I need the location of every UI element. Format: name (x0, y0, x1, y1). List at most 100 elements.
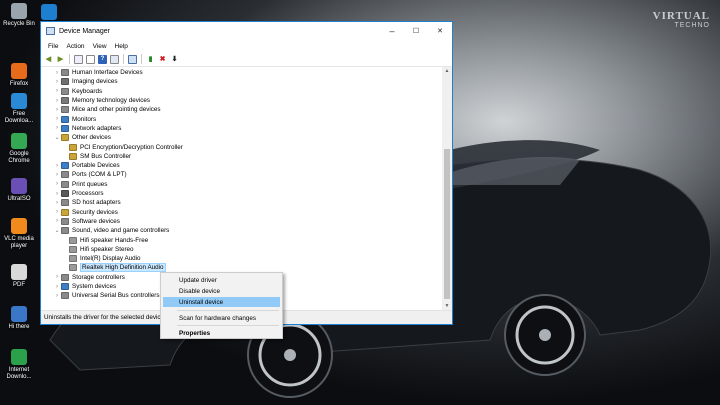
tree-device[interactable]: Hifi speaker Hands-Free (69, 235, 148, 244)
collapsed-arrow-icon[interactable]: › (53, 191, 61, 197)
app-icon (11, 349, 27, 365)
menu-view[interactable]: View (89, 43, 111, 50)
desktop-icon[interactable]: Internet Downlo... (2, 349, 36, 381)
collapsed-arrow-icon[interactable]: › (53, 98, 61, 104)
collapsed-arrow-icon[interactable]: › (53, 209, 61, 215)
uninstall-icon[interactable]: ✖ (158, 55, 167, 64)
tree-label: Processors (72, 190, 104, 198)
show-hide-console-tree-icon[interactable] (74, 54, 83, 64)
desktop-icon[interactable]: Recycle Bin (2, 3, 36, 28)
update-driver-icon[interactable]: ▮ (146, 55, 155, 64)
back-icon[interactable]: ◀ (44, 55, 53, 64)
tree-category[interactable]: › Ports (COM & LPT) (53, 170, 127, 179)
help-icon[interactable]: ? (98, 54, 107, 64)
view-icon[interactable] (110, 54, 119, 64)
scroll-up-arrow-icon[interactable]: ▲ (442, 68, 452, 74)
collapsed-arrow-icon[interactable]: › (53, 79, 61, 85)
minimize-button[interactable]: – (380, 22, 404, 40)
collapsed-arrow-icon[interactable]: › (53, 88, 61, 94)
desktop-icon[interactable]: Google Chrome (2, 133, 36, 165)
forward-icon[interactable]: ▶ (56, 55, 65, 64)
menu-properties[interactable]: Properties (163, 328, 280, 338)
desktop-icon-label: Firefox (9, 81, 29, 87)
tree-label: Hifi speaker Stereo (80, 245, 134, 253)
collapsed-arrow-icon[interactable]: › (53, 116, 61, 122)
desktop-icon[interactable]: UltraISO (2, 178, 36, 203)
collapsed-arrow-icon[interactable]: › (53, 172, 61, 178)
tree-category[interactable]: › SD host adapters (53, 198, 121, 207)
menu-update-driver[interactable]: Update driver (163, 275, 280, 285)
tree-label: Other devices (72, 134, 111, 142)
collapsed-arrow-icon[interactable]: › (53, 284, 61, 290)
vertical-scrollbar[interactable]: ▲ ▼ (442, 67, 452, 310)
device-icon (61, 97, 69, 105)
watermark: VIRTUAL TECHNO (653, 10, 710, 29)
tree-category[interactable]: › System devices (53, 282, 116, 291)
tree-category[interactable]: › Software devices (53, 217, 120, 226)
device-icon (61, 227, 69, 235)
tree-category[interactable]: › Keyboards (53, 87, 102, 96)
tree-category[interactable]: › Memory technology devices (53, 96, 150, 105)
app-icon (11, 178, 27, 194)
collapsed-arrow-icon[interactable]: › (53, 274, 61, 280)
properties-icon[interactable] (86, 54, 95, 64)
app-icon (11, 93, 27, 109)
collapsed-arrow-icon[interactable]: › (53, 200, 61, 206)
menu-disable-device[interactable]: Disable device (163, 286, 280, 296)
tree-category[interactable]: › Network adapters (53, 124, 121, 133)
device-icon (61, 87, 69, 95)
tree-device[interactable]: Intel(R) Display Audio (69, 254, 141, 263)
collapsed-arrow-icon[interactable]: › (53, 181, 61, 187)
tree-category[interactable]: › Storage controllers (53, 273, 125, 282)
scrollbar-thumb[interactable] (444, 149, 450, 299)
desktop-icon[interactable]: PDF (2, 264, 36, 289)
menu-scan-hardware[interactable]: Scan for hardware changes (163, 313, 280, 323)
tree-device[interactable]: PCI Encryption/Decryption Controller (69, 142, 183, 151)
tree-label: Memory technology devices (72, 97, 151, 105)
maximize-button[interactable]: ☐ (404, 22, 428, 40)
desktop-icon-label: Google Chrome (8, 151, 30, 164)
tree-category[interactable]: › Monitors (53, 115, 96, 124)
scan-hardware-icon[interactable] (128, 54, 137, 64)
close-button[interactable]: ✕ (428, 22, 452, 40)
collapsed-arrow-icon[interactable]: › (53, 125, 61, 131)
tree-label: Keyboards (72, 87, 103, 95)
tree-category[interactable]: › Print queues (53, 180, 107, 189)
scroll-down-arrow-icon[interactable]: ▼ (442, 303, 452, 309)
collapsed-arrow-icon[interactable]: › (53, 163, 61, 169)
menu-action[interactable]: Action (62, 43, 88, 50)
tree-device[interactable]: SM Bus Controller (69, 152, 131, 161)
desktop-icon[interactable] (32, 4, 66, 22)
desktop-icon[interactable]: Firefox (2, 63, 36, 88)
desktop-icon[interactable]: Hi there (2, 306, 36, 331)
expanded-arrow-icon[interactable]: ⌄ (53, 227, 61, 234)
tree-device[interactable]: Realtek High Definition Audio (69, 263, 166, 273)
menu-file[interactable]: File (44, 43, 62, 50)
desktop-icon[interactable]: Free Downloa... (2, 93, 36, 125)
collapsed-arrow-icon[interactable]: › (53, 107, 61, 113)
tree-category[interactable]: › Portable Devices (53, 161, 120, 170)
tree-label: Human Interface Devices (72, 69, 143, 77)
menu-uninstall-device[interactable]: Uninstall device (163, 297, 280, 307)
tree-category[interactable]: ⌄ Sound, video and game controllers (53, 226, 169, 235)
collapsed-arrow-icon[interactable]: › (53, 293, 61, 299)
menu-help[interactable]: Help (111, 43, 132, 50)
tree-category[interactable]: › Security devices (53, 208, 118, 217)
tree-category[interactable]: › Human Interface Devices (53, 68, 143, 77)
desktop-icon[interactable]: VLC media player (2, 218, 36, 250)
device-icon (69, 245, 77, 253)
download-icon[interactable]: ⬇ (170, 55, 179, 64)
tree-category[interactable]: › Processors (53, 189, 104, 198)
tree-category[interactable]: › Universal Serial Bus controllers (53, 291, 160, 300)
device-icon (61, 115, 69, 123)
collapsed-arrow-icon[interactable]: › (53, 218, 61, 224)
tree-label: Storage controllers (72, 273, 125, 281)
title-bar[interactable]: Device Manager – ☐ ✕ (41, 22, 452, 40)
tree-category[interactable]: › Mice and other pointing devices (53, 105, 161, 114)
tree-category[interactable]: ⌄ Other devices (53, 133, 111, 142)
tree-device[interactable]: Hifi speaker Stereo (69, 245, 134, 254)
expanded-arrow-icon[interactable]: ⌄ (53, 134, 61, 141)
collapsed-arrow-icon[interactable]: › (53, 70, 61, 76)
tree-category[interactable]: › Imaging devices (53, 77, 118, 86)
app-icon (11, 306, 27, 322)
